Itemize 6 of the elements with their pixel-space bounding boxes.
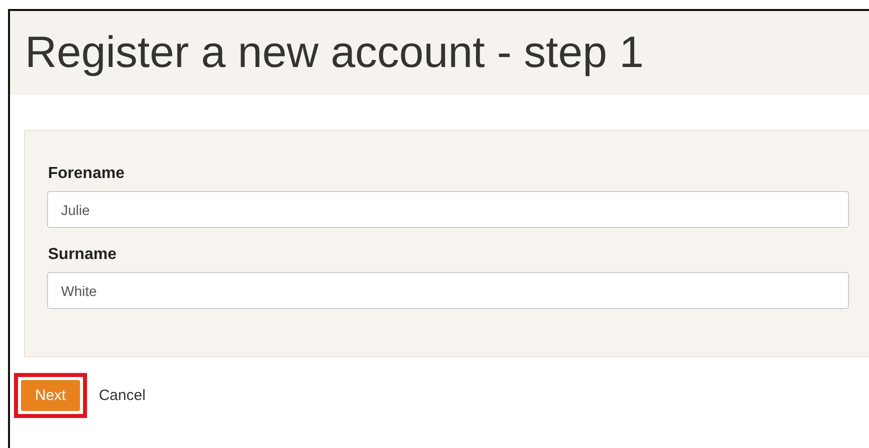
cancel-link[interactable]: Cancel bbox=[98, 387, 146, 404]
page-title: Register a new account - step 1 bbox=[25, 28, 644, 78]
text-field[interactable]: White bbox=[47, 272, 849, 309]
text-field[interactable]: Julie bbox=[47, 191, 849, 228]
field-label: Surname bbox=[48, 246, 116, 264]
field-label: Forename bbox=[48, 165, 124, 183]
